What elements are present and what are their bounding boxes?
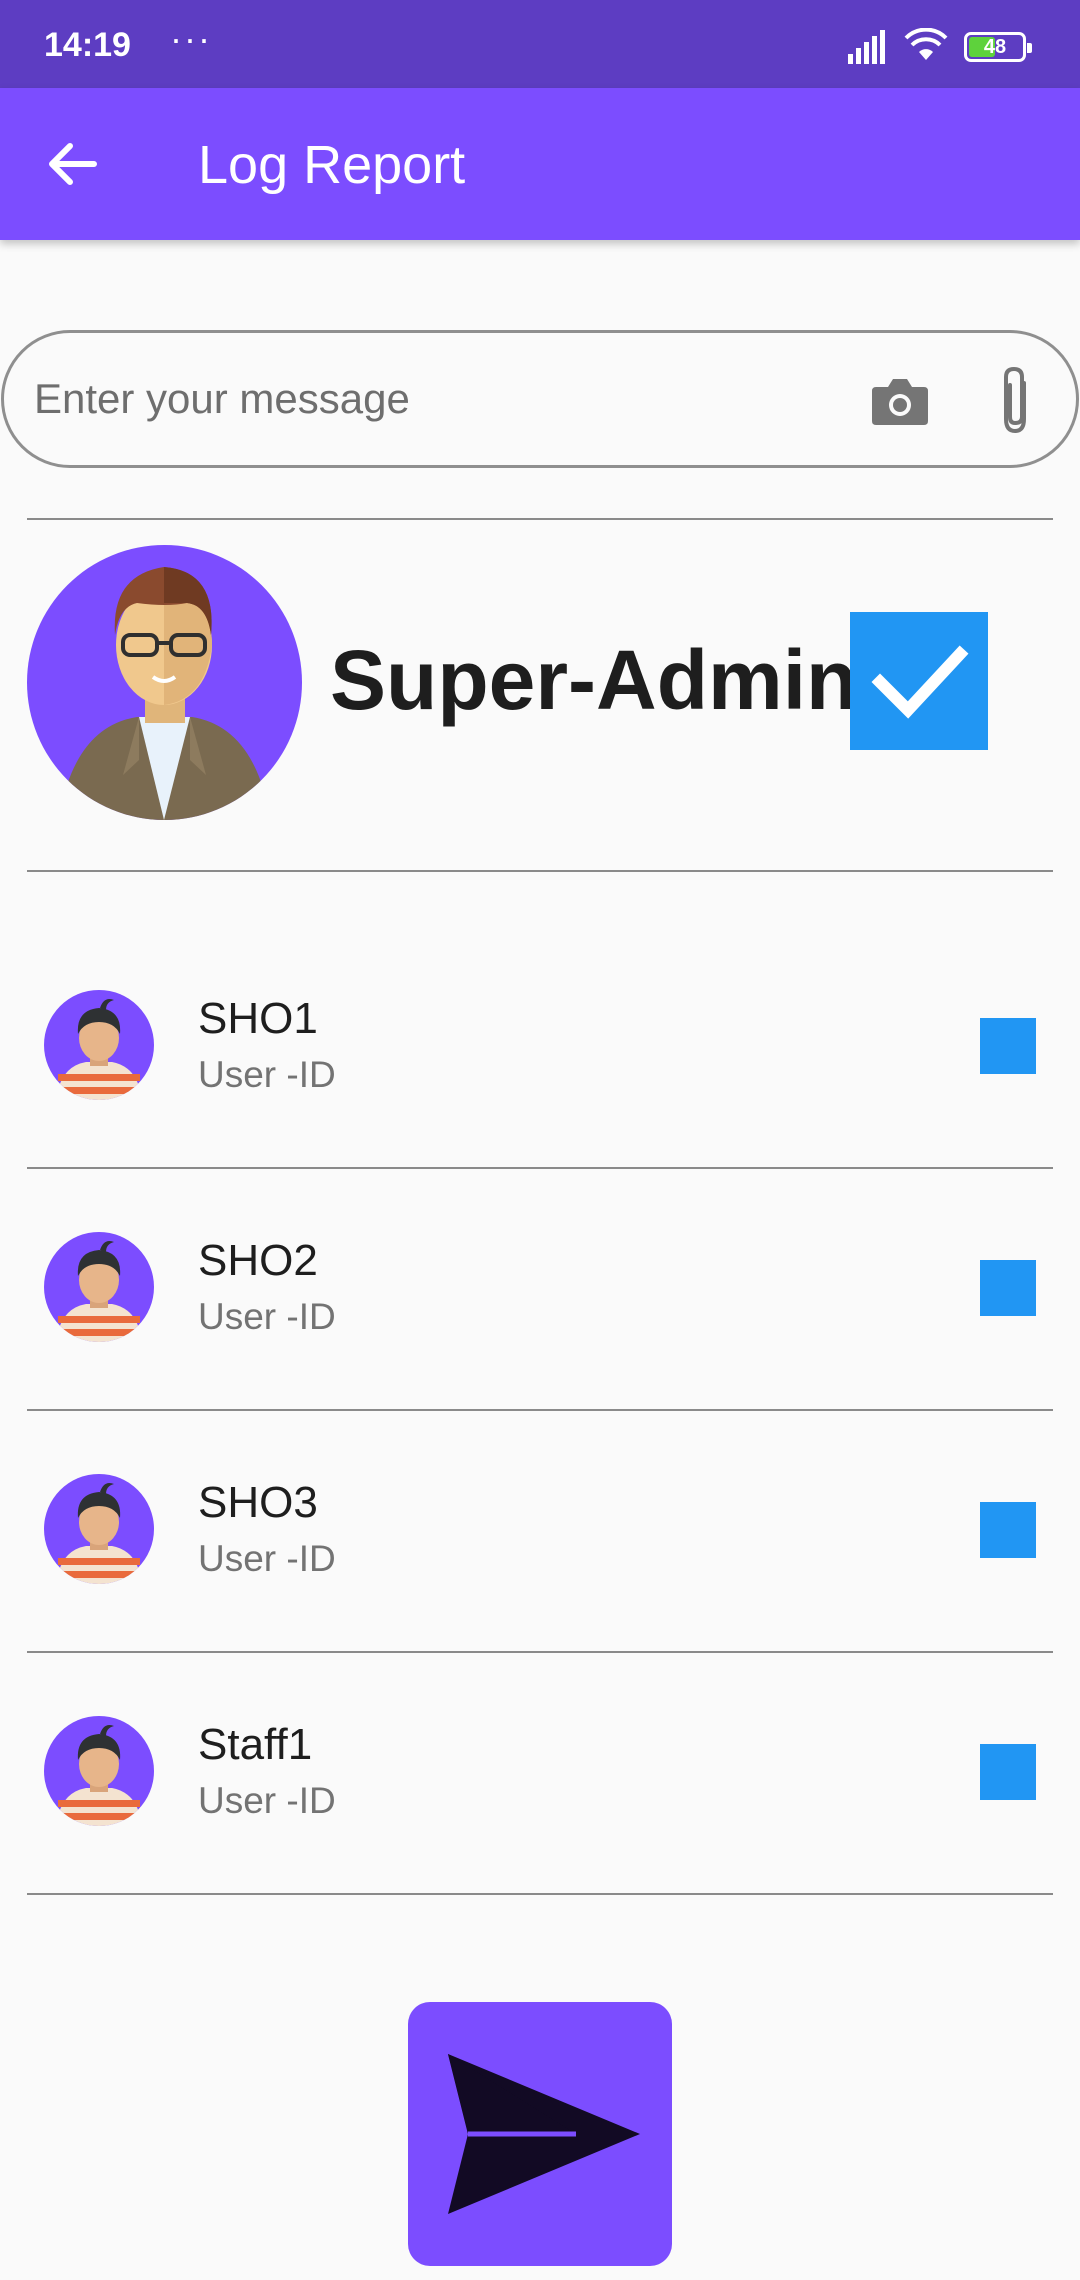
user-avatar	[44, 1232, 154, 1342]
user-avatar	[44, 990, 154, 1100]
user-avatar	[44, 1716, 154, 1826]
arrow-back-icon[interactable]	[40, 132, 104, 196]
page-title: Log Report	[198, 135, 466, 195]
admin-avatar	[27, 545, 302, 820]
user-row[interactable]: SHO3 User -ID	[0, 1412, 1080, 1652]
user-name: SHO1	[198, 994, 318, 1043]
send-icon	[448, 2054, 640, 2214]
send-button[interactable]	[408, 2002, 672, 2266]
user-name: Staff1	[198, 1720, 313, 1769]
divider	[27, 518, 1053, 520]
admin-checkbox[interactable]	[850, 612, 988, 750]
user-checkbox[interactable]	[980, 1260, 1036, 1316]
user-id-label: User -ID	[198, 1296, 336, 1337]
wifi-icon	[904, 28, 948, 60]
user-name: SHO2	[198, 1236, 318, 1285]
status-time: 14:19	[44, 26, 131, 64]
divider	[27, 1651, 1053, 1653]
user-row[interactable]: Staff1 User -ID	[0, 1654, 1080, 1894]
divider	[27, 870, 1053, 872]
user-checkbox[interactable]	[980, 1744, 1036, 1800]
user-id-label: User -ID	[198, 1538, 336, 1579]
status-bar: 14:19 ··· 48	[0, 0, 1080, 88]
signal-icon	[848, 30, 885, 64]
user-row[interactable]: SHO2 User -ID	[0, 1170, 1080, 1410]
user-id-label: User -ID	[198, 1054, 336, 1095]
user-name: SHO3	[198, 1478, 318, 1527]
user-checkbox[interactable]	[980, 1502, 1036, 1558]
checkmark-icon	[871, 645, 969, 719]
user-row[interactable]: SHO1 User -ID	[0, 928, 1080, 1168]
camera-icon[interactable]	[870, 373, 930, 429]
divider	[27, 1893, 1053, 1895]
admin-name: Super-Admin	[330, 633, 858, 727]
battery-icon: 48	[964, 32, 1032, 62]
message-input[interactable]	[34, 363, 814, 435]
user-avatar	[44, 1474, 154, 1584]
paperclip-icon[interactable]	[990, 361, 1040, 441]
more-indicator: ···	[170, 18, 212, 59]
user-id-label: User -ID	[198, 1780, 336, 1821]
app-bar: Log Report	[0, 88, 1080, 240]
divider	[27, 1167, 1053, 1169]
battery-level: 48	[983, 36, 1007, 58]
user-checkbox[interactable]	[980, 1018, 1036, 1074]
message-box	[1, 330, 1079, 468]
divider	[27, 1409, 1053, 1411]
